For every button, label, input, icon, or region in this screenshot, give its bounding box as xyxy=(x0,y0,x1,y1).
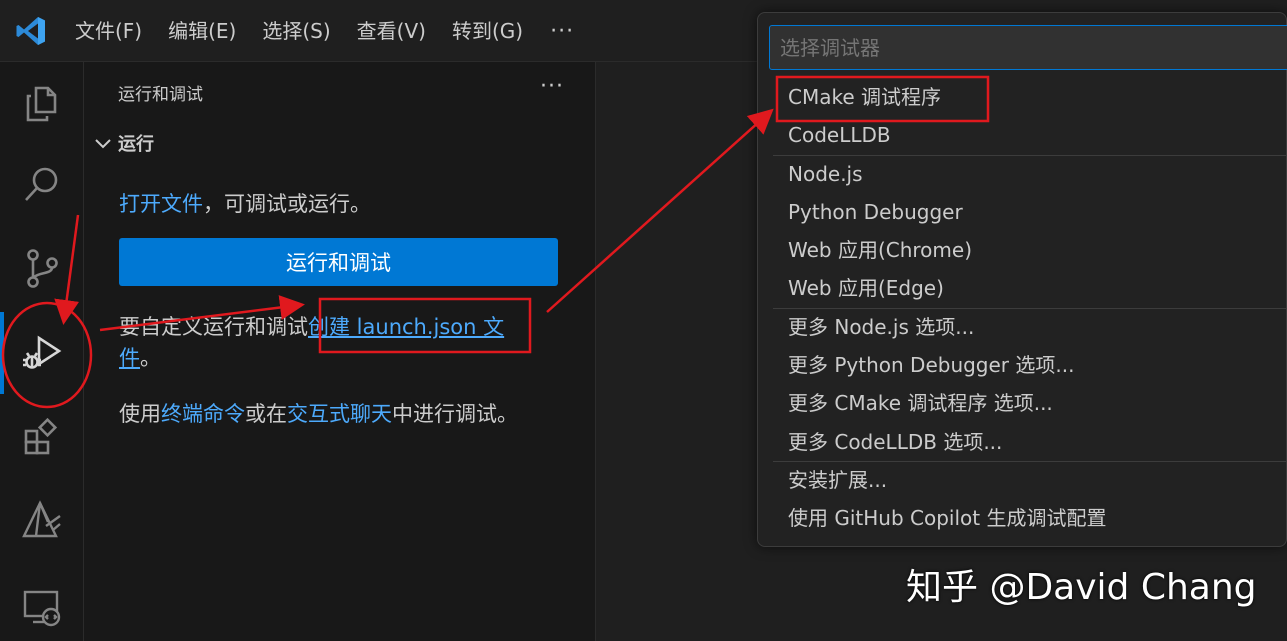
menu-more-button[interactable]: ··· xyxy=(536,19,588,44)
use-suffix: 中进行调试。 xyxy=(392,402,518,426)
run-and-debug-button[interactable]: 运行和调试 xyxy=(119,238,558,286)
debugger-item-install-extensions[interactable]: 安装扩展... xyxy=(758,461,1287,499)
section-header-run[interactable]: 运行 xyxy=(92,130,154,156)
cmake-icon xyxy=(22,500,61,538)
explorer-icon xyxy=(26,86,57,122)
activity-source-control[interactable] xyxy=(0,228,84,308)
separator xyxy=(773,461,1287,462)
debugger-item-python[interactable]: Python Debugger xyxy=(758,193,1287,231)
menu-edit[interactable]: 编辑(E) xyxy=(155,11,249,51)
debugger-list: CMake 调试程序 CodeLLDB Node.js Python Debug… xyxy=(758,78,1287,538)
debugger-item-more-python[interactable]: 更多 Python Debugger 选项... xyxy=(758,346,1287,384)
watermark: 知乎 @David Chang xyxy=(906,567,1257,608)
activity-remote-explorer[interactable] xyxy=(0,567,84,641)
debugger-item-more-cmake[interactable]: 更多 CMake 调试程序 选项... xyxy=(758,384,1287,422)
open-file-text: ，可调试或运行。 xyxy=(203,192,371,216)
activity-search[interactable] xyxy=(0,144,84,224)
customize-message: 要自定义运行和调试创建 launch.json 文件。 xyxy=(119,312,539,374)
activity-extensions[interactable] xyxy=(0,398,84,478)
debugger-item-nodejs[interactable]: Node.js xyxy=(758,155,1287,193)
section-title: 运行 xyxy=(118,134,154,155)
debugger-item-cmake[interactable]: CMake 调试程序 xyxy=(758,78,1287,116)
activity-cmake[interactable] xyxy=(0,480,84,560)
menu-selection[interactable]: 选择(S) xyxy=(249,11,343,51)
activity-run-and-debug[interactable] xyxy=(0,312,84,392)
debugger-item-codelldb[interactable]: CodeLLDB xyxy=(758,116,1287,154)
menu-bar: 文件(F) 编辑(E) 选择(S) 查看(V) 转到(G) ··· xyxy=(62,0,588,62)
debugger-item-web-chrome[interactable]: Web 应用(Chrome) xyxy=(758,231,1287,269)
separator xyxy=(773,154,1287,156)
open-file-link[interactable]: 打开文件 xyxy=(119,192,203,216)
run-and-debug-icon xyxy=(23,335,62,369)
debugger-search-input[interactable] xyxy=(769,25,1287,70)
sidebar-title: 运行和调试 xyxy=(118,85,203,105)
menu-file[interactable]: 文件(F) xyxy=(62,11,155,51)
debug-options-message: 使用终端命令或在交互式聊天中进行调试。 xyxy=(119,398,518,428)
source-control-icon xyxy=(27,249,58,288)
debugger-item-web-edge[interactable]: Web 应用(Edge) xyxy=(758,269,1287,307)
separator xyxy=(773,307,1287,309)
customize-suffix: 。 xyxy=(140,346,161,370)
activity-explorer[interactable] xyxy=(0,62,84,142)
debugger-item-copilot[interactable]: 使用 GitHub Copilot 生成调试配置 xyxy=(758,499,1287,537)
open-file-message: 打开文件，可调试或运行。 xyxy=(119,188,371,218)
or-text: 或在 xyxy=(245,402,287,426)
debugger-item-more-nodejs[interactable]: 更多 Node.js 选项... xyxy=(758,308,1287,346)
menu-go[interactable]: 转到(G) xyxy=(439,11,536,51)
chevron-down-icon xyxy=(95,139,111,149)
customize-text: 要自定义运行和调试 xyxy=(119,315,308,339)
sidebar-more-button[interactable]: ··· xyxy=(540,74,564,99)
select-debugger-quick-pick: CMake 调试程序 CodeLLDB Node.js Python Debug… xyxy=(757,12,1287,547)
interactive-chat-link[interactable]: 交互式聊天 xyxy=(287,402,392,426)
use-text: 使用 xyxy=(119,402,161,426)
debugger-item-more-codelldb[interactable]: 更多 CodeLLDB 选项... xyxy=(758,423,1287,461)
search-icon xyxy=(25,167,58,201)
vscode-logo-icon xyxy=(16,17,45,45)
terminal-command-link[interactable]: 终端命令 xyxy=(161,402,245,426)
run-debug-sidebar: 运行和调试 ··· 运行 打开文件，可调试或运行。 运行和调试 要自定义运行和调… xyxy=(84,62,596,641)
menu-view[interactable]: 查看(V) xyxy=(344,11,439,51)
remote-explorer-icon xyxy=(23,590,61,627)
extensions-icon xyxy=(24,417,58,455)
activity-bar xyxy=(0,62,84,641)
